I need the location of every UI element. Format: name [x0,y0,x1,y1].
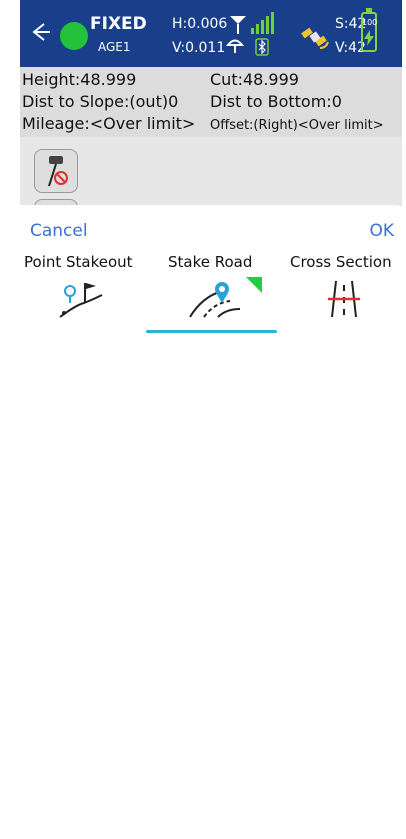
cancel-button[interactable]: Cancel [30,221,88,241]
satellite-icon [301,27,329,49]
stakeout-info-panel: Height:48.999 Cut:48.999 Dist to Slope:(… [20,67,402,137]
age-text: AGE1 [98,40,131,54]
dist-to-bottom: Dist to Bottom:0 [210,92,342,111]
cut-value: Cut:48.999 [210,70,299,89]
antenna-icon [230,16,246,34]
fix-status-text: FIXED [90,14,147,34]
back-arrow-icon[interactable] [26,18,54,46]
point-stakeout-icon[interactable] [56,277,106,321]
battery-level-text: 100 [362,18,378,27]
offset-value: Offset:(Right)<Over limit> [210,118,384,133]
selected-badge [246,277,262,293]
rover-pole-icon [48,156,68,187]
stakeout-mode-sheet: Cancel OK Point Stakeout Stake Road Cros… [0,205,406,839]
height-value: Height:48.999 [22,70,137,89]
status-bar: FIXED AGE1 H:0.006 V:0.011 S:42 V:42 [20,0,402,67]
ok-button[interactable]: OK [369,221,394,241]
mileage-value: Mileage:<Over limit> [22,114,196,133]
dist-to-slope: Dist to Slope:(out)0 [22,92,179,111]
signal-bars-icon [251,12,274,34]
cross-section-icon[interactable] [326,277,362,321]
h-precision: H:0.006 [172,16,228,32]
stake-road-icon[interactable] [186,277,246,321]
rover-tool-button[interactable] [34,149,78,193]
selected-tab-indicator [146,330,277,333]
option-point-stakeout-label[interactable]: Point Stakeout [24,253,133,271]
base-station-icon [226,39,244,53]
fix-status-indicator [60,22,88,50]
bluetooth-icon [255,38,269,56]
charging-bolt-icon [364,30,374,46]
v-precision: V:0.011 [172,40,226,56]
option-stake-road-label[interactable]: Stake Road [168,253,252,271]
option-cross-section-label[interactable]: Cross Section [290,253,392,271]
